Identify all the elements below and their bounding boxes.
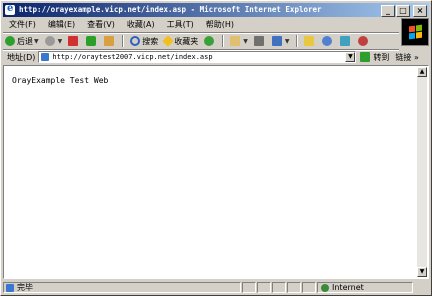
back-button[interactable]: 后退 ▼	[3, 34, 41, 48]
back-dropdown-icon[interactable]: ▼	[34, 38, 39, 45]
toolbar-separator	[222, 35, 225, 47]
status-bar: 完毕 Internet	[3, 281, 429, 294]
refresh-button[interactable]	[84, 34, 100, 48]
standard-toolbar: 后退 ▼ ▼ 搜索 收藏夹 ▼ ▼	[3, 33, 399, 49]
go-label: 转到	[373, 52, 390, 62]
favorites-star-icon	[162, 35, 174, 47]
menu-help[interactable]: 帮助(H)	[200, 18, 240, 32]
page-text: OrayExample Test Web	[12, 76, 109, 85]
back-label: 后退	[17, 36, 33, 46]
mail-dropdown-icon[interactable]: ▼	[243, 38, 248, 45]
toolbar-separator	[122, 35, 125, 47]
status-text: 完毕	[17, 283, 33, 292]
search-button[interactable]: 搜索	[128, 34, 160, 48]
research-icon	[321, 36, 332, 46]
page-viewport[interactable]: OrayExample Test Web ▲ ▼	[3, 65, 429, 279]
maximize-button[interactable]: □	[396, 5, 410, 17]
address-bar: 地址(D) ▼ 转到 链接 »	[3, 50, 429, 64]
status-pane	[242, 282, 256, 293]
refresh-icon	[86, 36, 97, 46]
home-icon	[104, 36, 115, 46]
status-text-pane: 完毕	[3, 282, 241, 293]
research-button[interactable]	[320, 34, 336, 48]
history-icon	[204, 36, 215, 46]
search-label: 搜索	[142, 36, 159, 46]
folder-button[interactable]	[302, 34, 318, 48]
title-bar[interactable]: http://orayexample.vicp.net/index.asp - …	[3, 3, 429, 17]
menu-edit[interactable]: 编辑(E)	[42, 18, 81, 32]
security-zone[interactable]: Internet	[317, 282, 413, 293]
mail-button[interactable]: ▼	[228, 34, 250, 48]
scroll-down-icon[interactable]: ▼	[417, 267, 427, 277]
scroll-up-icon[interactable]: ▲	[417, 67, 427, 77]
status-pane	[287, 282, 301, 293]
minimize-button[interactable]: _	[381, 5, 395, 17]
menu-tools[interactable]: 工具(T)	[161, 18, 200, 32]
go-arrow-icon	[360, 52, 371, 62]
printer-icon	[253, 36, 264, 46]
forward-button[interactable]: ▼	[43, 34, 65, 48]
mail-icon	[230, 36, 241, 46]
address-dropdown-icon[interactable]: ▼	[345, 52, 356, 62]
forward-dropdown-icon[interactable]: ▼	[58, 38, 63, 45]
status-pane	[257, 282, 271, 293]
links-chevron-icon: »	[413, 52, 419, 62]
menu-view[interactable]: 查看(V)	[81, 18, 121, 32]
favorites-button[interactable]: 收藏夹	[162, 34, 200, 48]
edit-document-icon	[271, 36, 282, 46]
vertical-scrollbar[interactable]: ▲ ▼	[417, 67, 427, 277]
menu-favorites[interactable]: 收藏(A)	[121, 18, 161, 32]
image-icon	[339, 36, 350, 46]
forward-arrow-icon	[44, 36, 55, 46]
stop-icon	[68, 36, 79, 46]
go-button[interactable]: 转到	[360, 52, 389, 63]
ie-logo-icon	[5, 3, 15, 16]
zone-label: Internet	[332, 283, 364, 292]
home-button[interactable]	[102, 34, 118, 48]
internet-globe-icon	[321, 283, 329, 292]
back-arrow-icon	[5, 36, 15, 46]
image-button[interactable]	[338, 34, 354, 48]
address-input[interactable]	[52, 53, 339, 61]
messenger-button[interactable]	[356, 34, 372, 48]
menu-file[interactable]: 文件(F)	[3, 18, 42, 32]
print-button[interactable]	[252, 34, 268, 48]
messenger-icon	[357, 36, 368, 46]
links-button[interactable]: 链接 »	[395, 52, 418, 63]
search-icon	[130, 36, 141, 46]
links-label: 链接	[395, 52, 412, 62]
folder-icon	[303, 36, 314, 46]
status-pane	[302, 282, 316, 293]
status-pane	[272, 282, 286, 293]
edit-dropdown-icon[interactable]: ▼	[285, 38, 290, 45]
page-done-icon	[6, 283, 14, 292]
menu-bar: 文件(F) 编辑(E) 查看(V) 收藏(A) 工具(T) 帮助(H)	[3, 18, 399, 32]
history-button[interactable]	[202, 34, 218, 48]
page-icon	[41, 53, 50, 61]
ie-window: http://orayexample.vicp.net/index.asp - …	[0, 0, 432, 296]
favorites-label: 收藏夹	[174, 36, 199, 46]
address-field[interactable]: ▼	[38, 51, 357, 63]
address-label: 地址(D)	[7, 52, 36, 62]
close-button[interactable]: ×	[413, 5, 427, 17]
windows-logo-icon	[401, 18, 429, 46]
edit-button[interactable]: ▼	[270, 34, 292, 48]
toolbar-separator	[295, 35, 298, 47]
window-title: http://orayexample.vicp.net/index.asp - …	[19, 5, 322, 14]
stop-button[interactable]	[66, 34, 82, 48]
